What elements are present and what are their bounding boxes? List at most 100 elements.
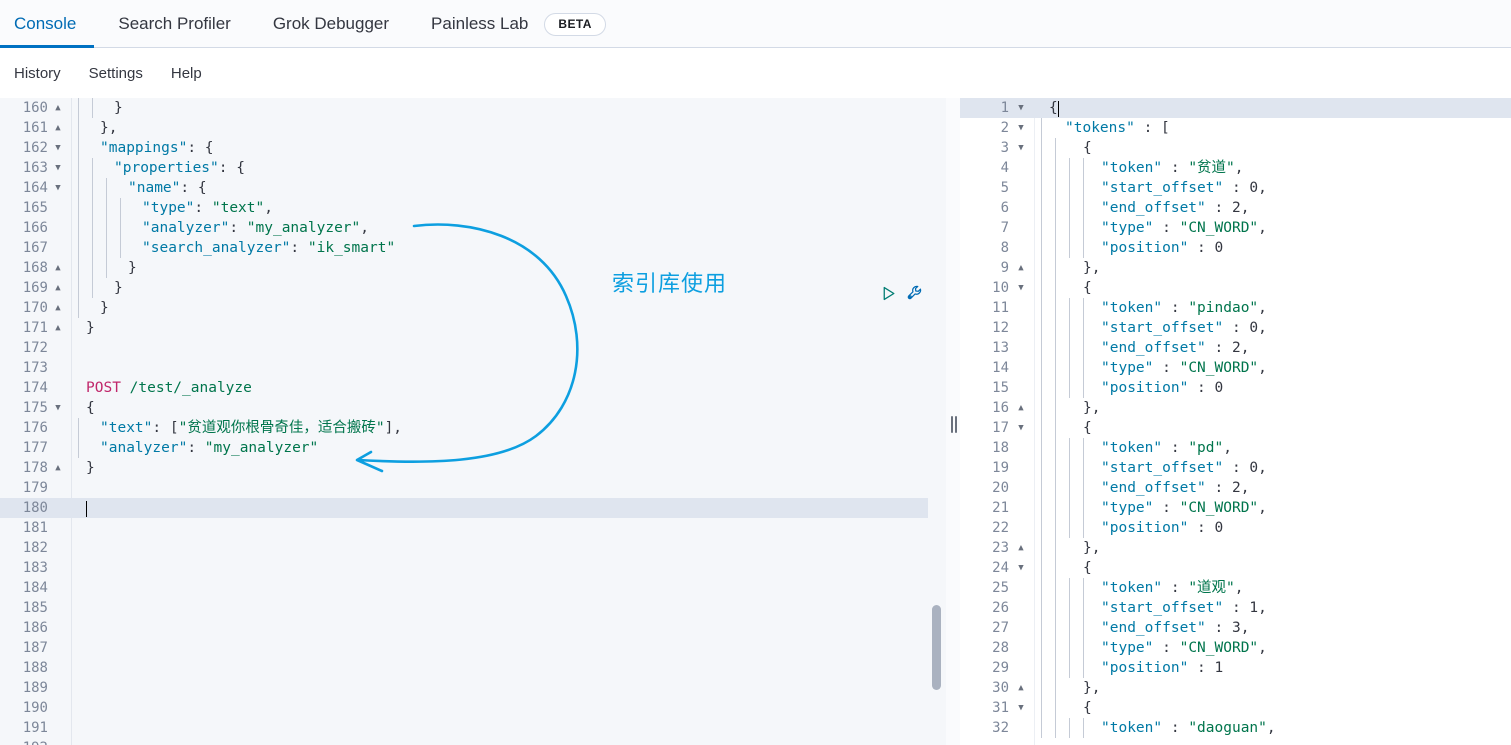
- code-line[interactable]: "end_offset" : 2,: [1035, 478, 1511, 498]
- code-line[interactable]: [72, 498, 928, 518]
- fold-up-icon[interactable]: ▲: [52, 258, 64, 278]
- code-line[interactable]: POST /test/_analyze: [72, 378, 928, 398]
- code-line[interactable]: [72, 578, 928, 598]
- editor-splitter-handle[interactable]: [949, 416, 958, 433]
- wrench-icon[interactable]: [906, 284, 925, 308]
- code-line[interactable]: [72, 678, 928, 698]
- code-line[interactable]: "type" : "CN_WORD",: [1035, 218, 1511, 238]
- code-line[interactable]: "position" : 0: [1035, 238, 1511, 258]
- code-line[interactable]: "analyzer": "my_analyzer",: [72, 218, 928, 238]
- code-line[interactable]: {: [1035, 138, 1511, 158]
- tab-painless-lab[interactable]: Painless Lab: [431, 0, 528, 48]
- code-line[interactable]: "position" : 0: [1035, 378, 1511, 398]
- request-editor-pane[interactable]: 160 ▲ 161 ▲ 162 ▼ 163 ▼ 164 ▼ 165 166 167 168 ▲ 169 ▲ 170…: [0, 98, 946, 745]
- code-line[interactable]: [72, 698, 928, 718]
- fold-down-icon[interactable]: ▼: [52, 178, 64, 198]
- code-line[interactable]: [72, 338, 928, 358]
- code-line[interactable]: "end_offset" : 2,: [1035, 198, 1511, 218]
- editor-splitter[interactable]: [946, 98, 960, 745]
- fold-down-icon[interactable]: ▼: [52, 138, 64, 158]
- code-line[interactable]: "token" : "贫道",: [1035, 158, 1511, 178]
- code-line[interactable]: "type" : "CN_WORD",: [1035, 358, 1511, 378]
- code-line[interactable]: {: [1035, 698, 1511, 718]
- code-line[interactable]: }: [72, 278, 928, 298]
- request-vertical-scrollbar[interactable]: [932, 605, 941, 690]
- code-line[interactable]: },: [1035, 538, 1511, 558]
- code-line[interactable]: "start_offset" : 0,: [1035, 458, 1511, 478]
- fold-up-icon[interactable]: ▲: [1015, 398, 1027, 418]
- code-line[interactable]: },: [1035, 678, 1511, 698]
- fold-down-icon[interactable]: ▼: [52, 158, 64, 178]
- code-line[interactable]: [72, 738, 928, 745]
- code-line[interactable]: [72, 718, 928, 738]
- code-line[interactable]: },: [72, 118, 928, 138]
- code-line[interactable]: }: [72, 318, 928, 338]
- code-line[interactable]: [72, 518, 928, 538]
- fold-down-icon[interactable]: ▼: [1015, 138, 1027, 158]
- request-editor-gutter[interactable]: 160 ▲ 161 ▲ 162 ▼ 163 ▼ 164 ▼ 165 166 167 168 ▲ 169 ▲ 170…: [0, 98, 72, 745]
- code-line[interactable]: "position" : 1: [1035, 658, 1511, 678]
- code-line[interactable]: "token" : "pindao",: [1035, 298, 1511, 318]
- code-line[interactable]: "position" : 0: [1035, 518, 1511, 538]
- fold-down-icon[interactable]: ▼: [1015, 698, 1027, 718]
- tab-grok-debugger[interactable]: Grok Debugger: [273, 0, 389, 48]
- code-line[interactable]: [72, 618, 928, 638]
- fold-up-icon[interactable]: ▲: [52, 98, 64, 118]
- fold-down-icon[interactable]: ▼: [1015, 418, 1027, 438]
- tab-console[interactable]: Console: [0, 0, 95, 48]
- code-line[interactable]: [72, 538, 928, 558]
- fold-up-icon[interactable]: ▲: [1015, 538, 1027, 558]
- code-line[interactable]: }: [72, 458, 928, 478]
- code-line[interactable]: [72, 598, 928, 618]
- response-editor-code[interactable]: {"tokens" : [{"token" : "贫道", "start_offs…: [1035, 98, 1511, 745]
- code-line[interactable]: },: [1035, 398, 1511, 418]
- fold-down-icon[interactable]: ▼: [52, 398, 64, 418]
- code-line[interactable]: "analyzer": "my_analyzer": [72, 438, 928, 458]
- tab-search-profiler[interactable]: Search Profiler: [118, 0, 230, 48]
- code-line[interactable]: "name": {: [72, 178, 928, 198]
- code-line[interactable]: "token" : "daoguan",: [1035, 718, 1511, 738]
- code-line[interactable]: "token" : "pd",: [1035, 438, 1511, 458]
- code-line[interactable]: }: [72, 258, 928, 278]
- code-line[interactable]: [72, 558, 928, 578]
- fold-up-icon[interactable]: ▲: [1015, 678, 1027, 698]
- fold-up-icon[interactable]: ▲: [52, 318, 64, 338]
- code-line[interactable]: {: [1035, 558, 1511, 578]
- response-editor-pane[interactable]: 1 ▼ 2 ▼ 3 ▼ 4 5 6 7 8 9 ▲ 10 ▼ 11 12 13 14 15 16 ▲ 17 ▼ 18 19 20 21…: [960, 98, 1511, 745]
- code-line[interactable]: {: [72, 398, 928, 418]
- fold-down-icon[interactable]: ▼: [1015, 278, 1027, 298]
- code-line[interactable]: "start_offset" : 1,: [1035, 598, 1511, 618]
- code-line[interactable]: "text": ["贫道观你根骨奇佳，适合搬砖"],: [72, 418, 928, 438]
- fold-up-icon[interactable]: ▲: [52, 118, 64, 138]
- code-line[interactable]: [72, 358, 928, 378]
- fold-down-icon[interactable]: ▼: [1015, 98, 1027, 118]
- code-line[interactable]: [72, 638, 928, 658]
- fold-up-icon[interactable]: ▲: [52, 298, 64, 318]
- code-line[interactable]: },: [1035, 258, 1511, 278]
- code-line[interactable]: "start_offset" : 0,: [1035, 178, 1511, 198]
- code-line[interactable]: "search_analyzer": "ik_smart": [72, 238, 928, 258]
- fold-up-icon[interactable]: ▲: [52, 278, 64, 298]
- code-line[interactable]: "end_offset" : 2,: [1035, 338, 1511, 358]
- response-editor-gutter[interactable]: 1 ▼ 2 ▼ 3 ▼ 4 5 6 7 8 9 ▲ 10 ▼ 11 12 13 14 15 16 ▲ 17 ▼ 18 19 20 21…: [960, 98, 1035, 745]
- fold-down-icon[interactable]: ▼: [1015, 558, 1027, 578]
- code-line[interactable]: "properties": {: [72, 158, 928, 178]
- code-line[interactable]: "type": "text",: [72, 198, 928, 218]
- code-line[interactable]: [72, 478, 928, 498]
- fold-down-icon[interactable]: ▼: [1015, 118, 1027, 138]
- subnav-item-help[interactable]: Help: [171, 65, 202, 82]
- code-line[interactable]: "type" : "CN_WORD",: [1035, 498, 1511, 518]
- code-line[interactable]: {: [1035, 278, 1511, 298]
- code-line[interactable]: {: [1035, 418, 1511, 438]
- code-line[interactable]: }: [72, 298, 928, 318]
- code-line[interactable]: "token" : "道观",: [1035, 578, 1511, 598]
- code-line[interactable]: "start_offset" : 0,: [1035, 318, 1511, 338]
- play-icon[interactable]: [880, 285, 897, 307]
- code-line[interactable]: }: [72, 98, 928, 118]
- code-line[interactable]: {: [1035, 98, 1511, 118]
- fold-up-icon[interactable]: ▲: [1015, 258, 1027, 278]
- code-line[interactable]: "type" : "CN_WORD",: [1035, 638, 1511, 658]
- request-editor-code[interactable]: }}, "mappings": {"properties": {"name": {…: [72, 98, 928, 745]
- subnav-item-settings[interactable]: Settings: [89, 65, 143, 82]
- subnav-item-history[interactable]: History: [14, 65, 61, 82]
